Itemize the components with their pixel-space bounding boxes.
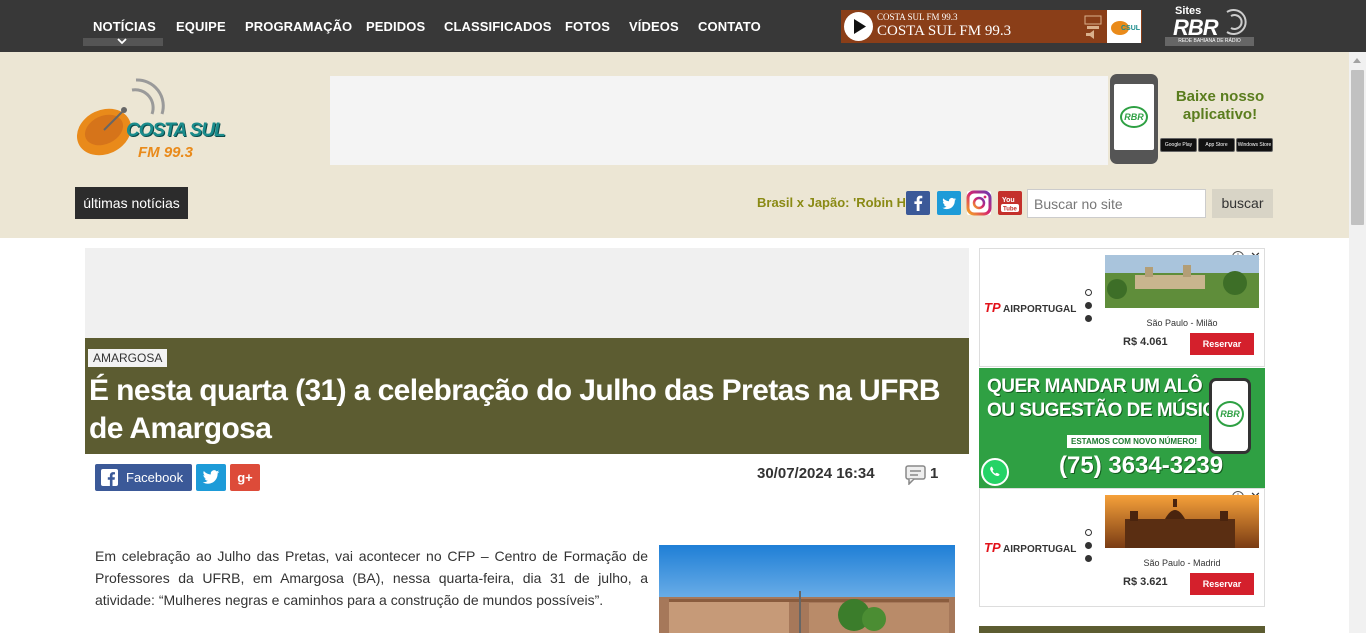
- share-facebook-button[interactable]: Facebook: [95, 464, 192, 491]
- svg-text:You: You: [1002, 197, 1015, 204]
- ad-book-button[interactable]: Reservar: [1190, 573, 1254, 595]
- broadcast-icon: [1226, 9, 1247, 35]
- top-navigation: NOTÍCIAS EQUIPE PROGRAMAÇÃO PEDIDOS CLAS…: [0, 0, 1349, 52]
- player-station-logo: CSUL: [1107, 10, 1141, 43]
- top-strip: [1349, 0, 1366, 52]
- instagram-icon[interactable]: [966, 190, 992, 216]
- ad-destination-image: [1105, 495, 1259, 548]
- promo-line2: OU SUGESTÃO DE MÚSICA?: [987, 400, 1240, 421]
- carousel-dots[interactable]: [1085, 529, 1095, 568]
- nav-item-noticias[interactable]: NOTÍCIAS: [93, 19, 156, 34]
- app-download-promo[interactable]: RBR Baixe nosso aplicativo! Google Play …: [1108, 74, 1274, 166]
- play-icon: [854, 19, 866, 34]
- ad-book-button[interactable]: Reservar: [1190, 333, 1254, 355]
- windows-store-badge[interactable]: Windows Store: [1236, 138, 1273, 152]
- rbr-logo: RBR: [1216, 401, 1244, 427]
- airline-logo: TP AIRPORTUGAL: [984, 540, 1077, 555]
- scroll-thumb[interactable]: [1351, 70, 1364, 225]
- ad-route: São Paulo - Milão: [1146, 318, 1218, 328]
- twitter-icon: [202, 470, 220, 484]
- sidebar-section-header: [979, 626, 1265, 633]
- comment-count[interactable]: 1: [930, 465, 938, 482]
- chevron-down-icon: [117, 38, 127, 45]
- share-facebook-label: Facebook: [126, 470, 184, 485]
- nav-item-videos[interactable]: VÍDEOS: [629, 19, 679, 34]
- nav-item-equipe[interactable]: EQUIPE: [176, 19, 226, 34]
- sidebar-ad-2[interactable]: i ✕ TP AIRPORTUGAL São Paulo - Madrid R$…: [979, 488, 1265, 607]
- volume-icon[interactable]: [1083, 14, 1103, 40]
- article-title: É nesta quarta (31) a celebração do Julh…: [89, 374, 941, 445]
- phone-app-logo: RBR: [1120, 106, 1148, 128]
- nav-item-fotos[interactable]: FOTOS: [565, 19, 610, 34]
- comment-icon[interactable]: [905, 465, 926, 485]
- search-button[interactable]: buscar: [1212, 189, 1273, 218]
- scroll-up-arrow[interactable]: [1353, 58, 1361, 63]
- sidebar-ad-1[interactable]: i ✕ TP AIRPORTUGAL São Paulo - Milão R$ …: [979, 248, 1265, 367]
- logo-name: COSTA SUL: [126, 120, 226, 141]
- nav-item-pedidos[interactable]: PEDIDOS: [366, 19, 425, 34]
- google-play-badge[interactable]: Google Play: [1160, 138, 1197, 152]
- youtube-icon[interactable]: You Tube: [998, 191, 1022, 215]
- site-header: COSTA SUL FM 99.3 RBR Baixe nosso aplica…: [0, 52, 1349, 238]
- facebook-icon[interactable]: [906, 191, 930, 215]
- article-body: Em celebração ao Julho das Pretas, vai a…: [95, 548, 648, 608]
- twitter-icon[interactable]: [937, 191, 961, 215]
- airline-logo: TP AIRPORTUGAL: [984, 300, 1077, 315]
- category-label[interactable]: AMARGOSA: [88, 349, 168, 367]
- svg-text:Tube: Tube: [1003, 207, 1018, 213]
- app-promo-line1: Baixe nosso: [1175, 88, 1265, 105]
- ad-price: R$ 4.061: [1123, 336, 1168, 348]
- rbr-subtitle: REDE BAHIANA DE RÁDIO: [1165, 37, 1254, 46]
- article-top-ad[interactable]: [85, 248, 969, 338]
- facebook-icon: [101, 469, 118, 486]
- logo-frequency: FM 99.3: [138, 144, 194, 161]
- headline-box: AMARGOSA É nesta quarta (31) a celebraçã…: [85, 338, 969, 454]
- svg-text:CSUL: CSUL: [1121, 25, 1141, 32]
- ad-destination-image: [1105, 255, 1259, 308]
- promo-badge: ESTAMOS COM NOVO NÚMERO!: [1067, 435, 1202, 448]
- scrollbar[interactable]: [1349, 52, 1366, 633]
- promo-line1: QUER MANDAR UM ALÔ: [987, 376, 1203, 397]
- phone-image: RBR: [1110, 74, 1158, 164]
- site-logo[interactable]: COSTA SUL FM 99.3: [74, 74, 226, 166]
- player-station-title: COSTA SUL FM 99.3: [877, 23, 1012, 39]
- share-twitter-button[interactable]: [196, 464, 226, 491]
- header-ad-banner[interactable]: [330, 76, 1108, 165]
- nav-item-programacao[interactable]: PROGRAMAÇÃO: [245, 19, 352, 34]
- ad-price: R$ 3.621: [1123, 576, 1168, 588]
- article-photo[interactable]: [659, 545, 955, 633]
- rbr-network-logo[interactable]: Sites RBR REDE BAHIANA DE RÁDIO: [1165, 5, 1254, 48]
- whatsapp-icon: [981, 458, 1009, 486]
- radio-player: COSTA SUL FM 99.3 COSTA SUL FM 99.3 CSUL: [841, 10, 1142, 43]
- player-station-small: COSTA SUL FM 99.3: [877, 12, 958, 22]
- carousel-dots[interactable]: [1085, 289, 1095, 328]
- promo-phone-number: (75) 3634-3239: [1059, 452, 1224, 479]
- nav-item-contato[interactable]: CONTATO: [698, 19, 761, 34]
- ad-route: São Paulo - Madrid: [1143, 558, 1221, 568]
- phone-image: RBR: [1209, 378, 1251, 454]
- request-song-promo[interactable]: QUER MANDAR UM ALÔ OU SUGESTÃO DE MÚSICA…: [979, 368, 1265, 488]
- latest-news-button[interactable]: últimas notícias: [75, 187, 188, 219]
- play-button[interactable]: [844, 12, 873, 41]
- app-promo-line2: aplicativo!: [1182, 106, 1258, 123]
- nav-item-classificados[interactable]: CLASSIFICADOS: [444, 19, 551, 34]
- app-store-badge[interactable]: App Store: [1198, 138, 1235, 152]
- news-ticker[interactable]: Brasil x Japão: 'Robin Hood': [757, 195, 905, 210]
- share-googleplus-button[interactable]: g+: [230, 464, 260, 491]
- search-input[interactable]: [1027, 189, 1206, 218]
- article-date: 30/07/2024 16:34: [757, 465, 875, 482]
